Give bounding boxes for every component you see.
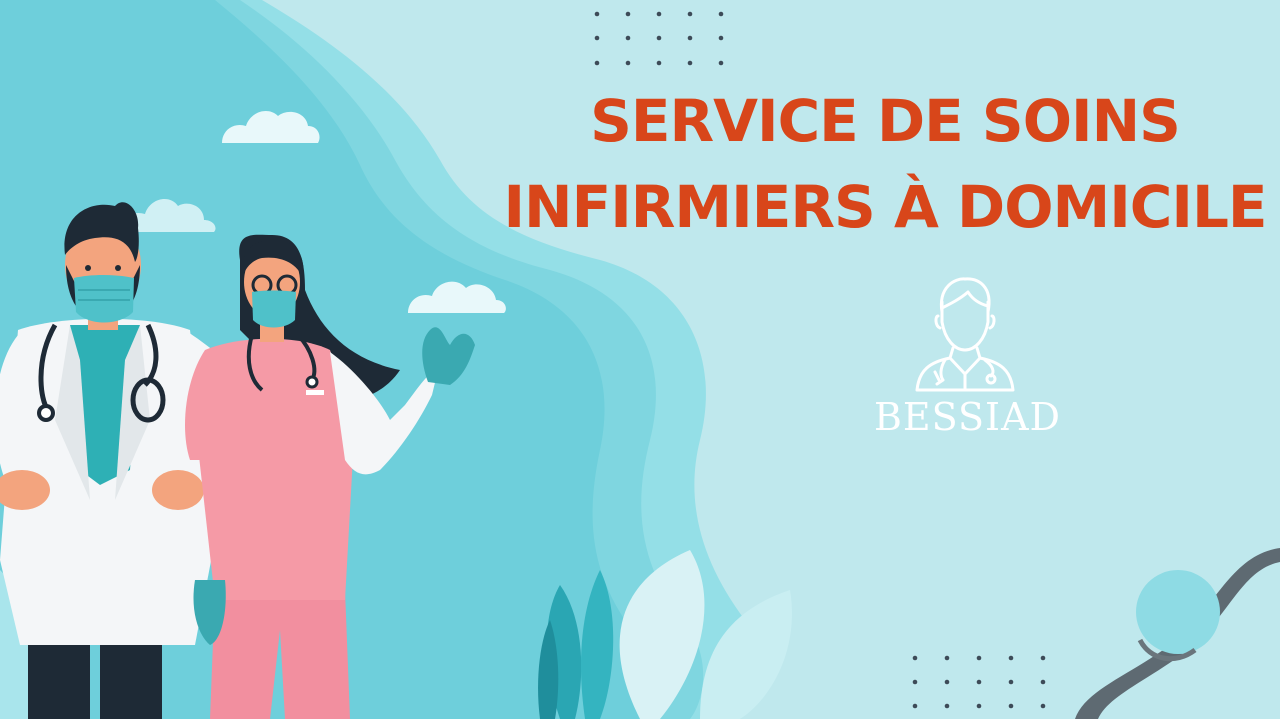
brand-name: BESSIAD xyxy=(874,395,1061,439)
banner: SERVICE DE SOINS INFIRMIERS À DOMICILE B… xyxy=(0,0,1280,719)
headline-line-1: SERVICE DE SOINS xyxy=(590,87,1181,155)
doctor-outline-icon xyxy=(915,277,1015,392)
headline-line-2: INFIRMIERS À DOMICILE xyxy=(503,173,1267,241)
